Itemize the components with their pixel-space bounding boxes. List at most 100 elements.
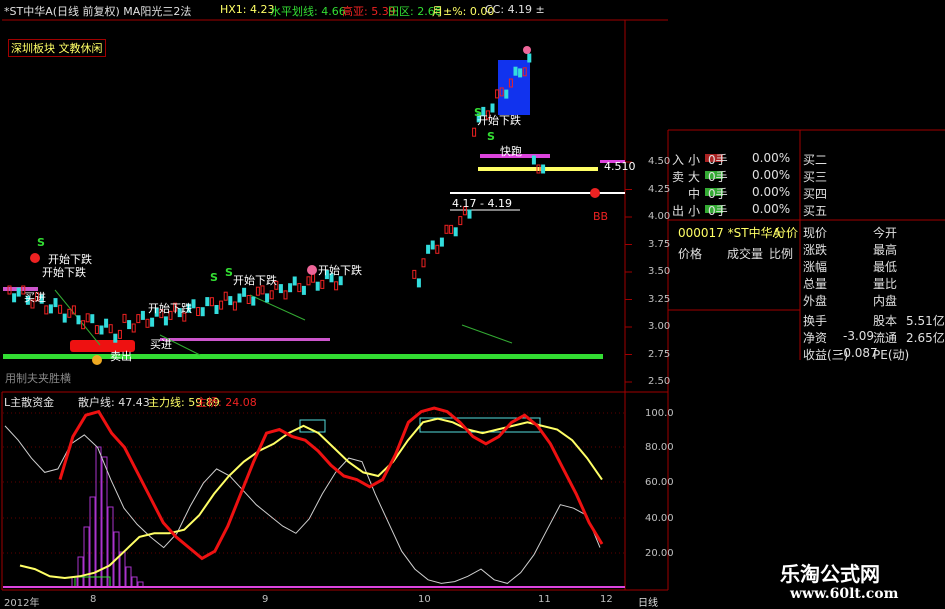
volume-bar bbox=[77, 556, 84, 588]
candle bbox=[219, 300, 224, 310]
flow-pct-1: 0.00% bbox=[752, 151, 791, 165]
candle bbox=[518, 68, 523, 78]
field-current-price: 现价 bbox=[803, 226, 828, 240]
price-tag: 4.510 bbox=[604, 160, 636, 173]
annotation-4: 开始下跌 bbox=[233, 274, 277, 287]
candle bbox=[320, 279, 325, 289]
candle bbox=[232, 301, 237, 311]
x-label-8: 8 bbox=[90, 594, 97, 605]
volume-bar bbox=[125, 566, 132, 588]
small-label-3: 买进 bbox=[150, 338, 172, 351]
candle bbox=[278, 284, 283, 294]
candle bbox=[122, 313, 127, 323]
annotation-6: 开始下跌 bbox=[477, 114, 521, 127]
candle bbox=[200, 307, 205, 317]
candle bbox=[127, 320, 132, 330]
period-label[interactable]: 日线 bbox=[638, 594, 658, 609]
price-tick: 4.25 bbox=[648, 183, 671, 195]
candle bbox=[490, 103, 495, 113]
flow-side-out: 出 bbox=[672, 204, 685, 218]
bottom-caption: 用制夫夹胜横 bbox=[5, 372, 71, 385]
volume-bar bbox=[119, 551, 126, 588]
candle bbox=[334, 281, 339, 291]
candle bbox=[246, 295, 251, 304]
candle bbox=[12, 293, 17, 303]
candle bbox=[531, 155, 536, 165]
candle bbox=[131, 323, 136, 333]
candle bbox=[283, 290, 288, 300]
candle bbox=[48, 304, 53, 314]
field-total-volume: 总量 bbox=[803, 277, 828, 291]
bridge-legend: 主桥: 24.08 bbox=[196, 396, 257, 409]
volume-bar bbox=[83, 526, 90, 588]
flow-vol-2: 0手 bbox=[708, 170, 728, 184]
price-tick: 3.75 bbox=[648, 238, 671, 250]
candle bbox=[214, 305, 219, 314]
sector-label: 深圳板块 文教休闲 bbox=[8, 39, 106, 57]
col-ratio: 比例 bbox=[769, 247, 794, 261]
flow-side-sell: 卖 bbox=[672, 170, 685, 184]
candle bbox=[205, 297, 210, 307]
candle bbox=[113, 333, 118, 343]
candle bbox=[94, 325, 99, 335]
flow-side-in: 入 bbox=[672, 153, 685, 167]
volume-bar bbox=[95, 446, 102, 588]
buy-level-3: 买三 bbox=[803, 170, 828, 184]
retail-legend: 散户线: 47.43 bbox=[78, 396, 150, 409]
price-chart bbox=[3, 46, 625, 365]
col-price: 价格 bbox=[678, 247, 703, 261]
net-asset-value: -3.09 bbox=[843, 329, 875, 343]
candle bbox=[140, 310, 145, 320]
candle bbox=[163, 316, 168, 326]
candle bbox=[288, 283, 293, 293]
buy-level-2: 买二 bbox=[803, 153, 828, 167]
candle bbox=[255, 286, 260, 296]
buy-level-5: 买五 bbox=[803, 204, 828, 218]
candle bbox=[58, 304, 63, 314]
candle bbox=[527, 53, 532, 63]
small-label-1: 买进 bbox=[24, 291, 46, 304]
candle bbox=[265, 293, 270, 303]
candle bbox=[99, 325, 104, 335]
field-inner: 内盘 bbox=[873, 294, 898, 308]
price-tick: 4.00 bbox=[648, 211, 671, 222]
oscillator-chart bbox=[3, 406, 625, 588]
candle bbox=[301, 285, 306, 295]
candle bbox=[315, 281, 320, 291]
candle bbox=[108, 324, 113, 334]
candle bbox=[269, 290, 274, 300]
price-tick: 4.50 bbox=[648, 156, 671, 167]
circulating-value: 2.65亿 bbox=[906, 331, 945, 345]
y-tick-20: 20.00 bbox=[645, 548, 674, 559]
share-capital-label: 股本 bbox=[873, 314, 898, 328]
osc-name: L主散资金 bbox=[4, 396, 55, 409]
candle bbox=[196, 307, 201, 316]
candle bbox=[430, 240, 435, 250]
field-high: 最高 bbox=[873, 243, 898, 257]
s-marker-4: S bbox=[474, 106, 482, 119]
flow-pct-2: 0.00% bbox=[752, 168, 791, 182]
field-outer: 外盘 bbox=[803, 294, 828, 308]
candle bbox=[136, 314, 141, 324]
annotation-5: 开始下跌 bbox=[318, 264, 362, 277]
flow-vol-4: 0手 bbox=[708, 204, 728, 218]
candle bbox=[16, 287, 21, 297]
candle bbox=[541, 164, 546, 174]
watermark-cn: 乐淘公式网 bbox=[780, 562, 880, 586]
candle bbox=[76, 315, 81, 325]
annotation-3: 开始下跌 bbox=[148, 302, 192, 315]
watermark-url: www.60lt.com bbox=[790, 586, 899, 602]
candle bbox=[62, 313, 67, 323]
price-tick: 2.75 bbox=[648, 348, 671, 360]
candle bbox=[242, 287, 247, 297]
price-tick: 3.00 bbox=[648, 321, 671, 332]
col-volume: 成交量 bbox=[727, 247, 764, 261]
candle bbox=[223, 291, 228, 301]
pe-label: PE(动) bbox=[873, 348, 910, 362]
y-tick-40: 40.00 bbox=[645, 513, 674, 524]
candle bbox=[292, 276, 297, 286]
y-tick-80: 80.00 bbox=[645, 442, 674, 453]
flow-size-4: 小 bbox=[688, 204, 701, 218]
cc-readout: CC: 4.19 ± bbox=[485, 3, 545, 16]
tab-fenjia[interactable]: 分价 bbox=[774, 224, 798, 241]
